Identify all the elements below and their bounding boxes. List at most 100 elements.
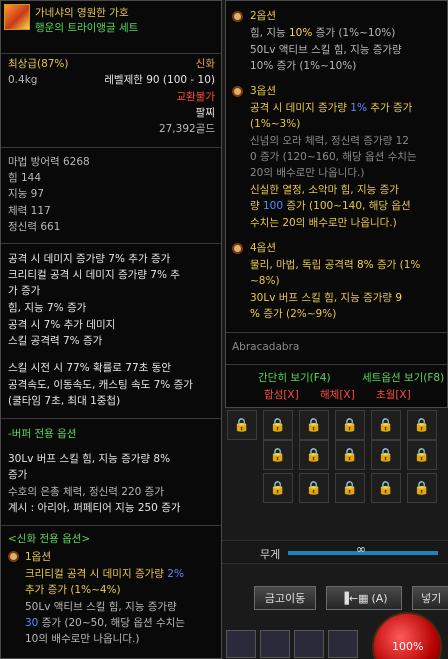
option3-line2: (1%~3%) bbox=[250, 118, 301, 130]
arrange-label: (A) bbox=[371, 591, 388, 605]
bracelet-item-icon bbox=[4, 4, 30, 30]
buffer-option-line: 증가 bbox=[8, 469, 28, 481]
set-name: 행운의 트라이앵글 세트 bbox=[35, 22, 139, 34]
option-bullet-icon bbox=[232, 243, 243, 254]
locked-slot[interactable]: 🔒 bbox=[263, 473, 293, 503]
set-option-view-link[interactable]: 세트옵션 보기(F8) bbox=[362, 372, 444, 385]
option4-line3-text: 30Lv 버프 스킬 힘, 지능 증가량 bbox=[250, 292, 396, 304]
option3-line6: 신실한 열정, 소악마 힘, 지능 증가 bbox=[250, 184, 399, 196]
arrange-button[interactable]: ▐←▦ (A) bbox=[326, 586, 402, 610]
option3-title: 3옵션 bbox=[250, 85, 277, 97]
option3-line3: 신념의 오라 체력, 정신력 증가량 12 bbox=[250, 135, 409, 147]
option4-line3: 30Lv 버프 스킬 힘, 지능 증가량 9 bbox=[250, 292, 402, 305]
option4-line4-range: 증가 (2%~9%) bbox=[259, 308, 337, 320]
locked-slot[interactable]: 🔒 bbox=[335, 440, 365, 470]
option4-line1-range: 증가 (1% bbox=[373, 259, 421, 271]
item-price: 27,392골드 bbox=[158, 123, 215, 135]
skill-effect-line: 스킬 시전 시 77% 확률로 77초 동안 bbox=[8, 362, 171, 374]
option3-line1-text: 공격 시 데미지 증가량 bbox=[250, 102, 351, 114]
quickslot-icon[interactable] bbox=[328, 630, 358, 658]
locked-slot[interactable]: 🔒 bbox=[299, 410, 329, 440]
effect-line: 공격 시 데미지 증가량 7% 추가 증가 bbox=[8, 253, 171, 265]
option3-line1-suffix: 추가 증가 bbox=[366, 102, 413, 114]
option4-title: 4옵션 bbox=[250, 242, 277, 254]
put-in-button[interactable]: 넣기 bbox=[412, 586, 448, 610]
mythic-option1-line4-value: 30 bbox=[25, 617, 39, 629]
option2-line1: 힘, 지능 10% 증가 (1%~10%) bbox=[250, 27, 395, 40]
vault-move-label: 금고이동 bbox=[264, 592, 306, 605]
transcend-link[interactable]: 초월[X] bbox=[376, 389, 411, 402]
effect-line: 스킬 공격력 7% 증가 bbox=[8, 335, 103, 347]
option4-line1-value: 8% bbox=[356, 259, 374, 271]
mythic-option1-line1: 크리티컬 공격 시 데미지 증가량 2% bbox=[25, 568, 184, 581]
stat-vitality: 체력 117 bbox=[8, 205, 51, 217]
quickslot-icon[interactable] bbox=[260, 630, 290, 658]
effect-line: 크리티컬 공격 시 데미지 증가량 7% 추 bbox=[8, 269, 180, 281]
mythic-option1-line3: 50Lv 액티브 스킬 힘, 지능 증가량 bbox=[25, 601, 177, 613]
locked-slot[interactable]: 🔒 bbox=[263, 410, 293, 440]
option2-line1-value: 10% bbox=[289, 27, 313, 39]
locked-slot[interactable]: 🔒 bbox=[407, 440, 437, 470]
vault-move-button[interactable]: 금고이동 bbox=[254, 586, 316, 610]
locked-slot[interactable]: 🔒 bbox=[299, 440, 329, 470]
mythic-option1-line1-text: 크리티컬 공격 시 데미지 증가량 bbox=[25, 568, 168, 580]
quickbar bbox=[222, 628, 372, 659]
buffer-option-line: 수호의 은총 체력, 정신력 220 증가 bbox=[8, 486, 164, 498]
effect-line: 공격 시 7% 추가 데미지 bbox=[8, 319, 116, 331]
level-requirement: 레벨제한 90 (100 - 10) bbox=[104, 74, 215, 86]
option4-line4: % 증가 (2%~9%) bbox=[250, 308, 336, 321]
stat-magic-defense: 마법 방어력 6268 bbox=[8, 156, 90, 168]
hp-percent: 100% bbox=[392, 640, 424, 653]
option2-line3: 10% 증가 (1%~10%) bbox=[250, 60, 357, 72]
option4-line1-text: 물리, 마법, 독립 공격력 bbox=[250, 259, 357, 271]
option2-line2: 50Lv 액티브 스킬 힘, 지능 증가량 bbox=[250, 44, 402, 56]
option3-line7-range: 증가 (100~140, 해당 옵션 bbox=[283, 200, 411, 212]
effect-line: 가 증가 bbox=[8, 285, 41, 297]
locked-slot[interactable]: 🔒 bbox=[227, 410, 257, 440]
option3-line1: 공격 시 데미지 증가량 1% 추가 증가 bbox=[250, 102, 412, 115]
option3-line5: 20의 배수로만 나옵니다.) bbox=[250, 167, 365, 179]
locked-slot[interactable]: 🔒 bbox=[371, 440, 401, 470]
quickslot-icon[interactable] bbox=[226, 630, 256, 658]
mythic-option1-line2: 추가 증가 (1%~4%) bbox=[25, 584, 121, 596]
combine-link[interactable]: 합성[X] bbox=[264, 389, 299, 402]
option-bullet-icon bbox=[232, 86, 243, 97]
option3-line7-text: 량 bbox=[250, 200, 263, 212]
simple-view-link[interactable]: 간단히 보기(F4) bbox=[258, 372, 331, 385]
item-tooltip-main: 가네샤의 영원한 가호 행운의 트라이앵글 세트 최상급(87%) 신화 0.4… bbox=[0, 0, 222, 659]
option2-title: 2옵션 bbox=[250, 10, 277, 22]
locked-slot[interactable]: 🔒 bbox=[299, 473, 329, 503]
locked-slot[interactable]: 🔒 bbox=[371, 473, 401, 503]
inventory-button-row: 금고이동 ▐←▦ (A) 넣기 bbox=[222, 586, 448, 614]
option2-line1-text: 힘, 지능 bbox=[250, 27, 289, 39]
buffer-option-line: 계시 : 아리아, 퍼페티어 지능 250 증가 bbox=[8, 502, 181, 514]
item-tooltip-options: 2옵션 힘, 지능 10% 증가 (1%~10%) 50Lv 액티브 스킬 힘,… bbox=[225, 0, 448, 408]
item-weight: 0.4kg bbox=[8, 74, 38, 86]
locked-slot[interactable]: 🔒 bbox=[335, 410, 365, 440]
option3-line4: 0 증가 (120~160, 해당 옵션 수치는 bbox=[250, 151, 417, 163]
option3-line8: 수치는 20의 배수로만 나옵니다.) bbox=[250, 217, 397, 229]
option-bullet-icon bbox=[8, 551, 19, 562]
mythic-section-title: <신화 전용 옵션> bbox=[8, 533, 91, 545]
item-rarity: 신화 bbox=[195, 58, 215, 70]
quickslot-icon[interactable] bbox=[294, 630, 324, 658]
buffer-section-title: -버퍼 전용 옵션 bbox=[8, 428, 77, 440]
locked-slot[interactable]: 🔒 bbox=[335, 473, 365, 503]
option-bullet-icon bbox=[232, 11, 243, 22]
mythic-option1-line5: 10의 배수로만 나옵니다.) bbox=[25, 633, 140, 645]
mythic-option1-title: 1옵션 bbox=[25, 551, 52, 563]
item-slot-type: 팔찌 bbox=[195, 107, 215, 119]
locked-slot[interactable]: 🔒 bbox=[263, 440, 293, 470]
locked-slot[interactable]: 🔒 bbox=[407, 473, 437, 503]
locked-slot[interactable]: 🔒 bbox=[407, 410, 437, 440]
mythic-option1-line4: 30 증가 (20~50, 해당 옵션 수치는 bbox=[25, 617, 185, 630]
disassemble-link[interactable]: 해체[X] bbox=[320, 389, 355, 402]
locked-slot[interactable]: 🔒 bbox=[371, 410, 401, 440]
effect-line: 힘, 지능 7% 증가 bbox=[8, 302, 87, 314]
option2-line1-range: 증가 (1%~10%) bbox=[312, 27, 396, 39]
stat-intelligence: 지능 97 bbox=[8, 188, 45, 200]
option3-line1-value: 1% bbox=[350, 102, 367, 114]
option4-line4-value: % bbox=[250, 308, 260, 320]
arrow-left-icon: ▐←▦ bbox=[340, 591, 369, 605]
item-grade: 최상급(87%) bbox=[8, 58, 69, 70]
